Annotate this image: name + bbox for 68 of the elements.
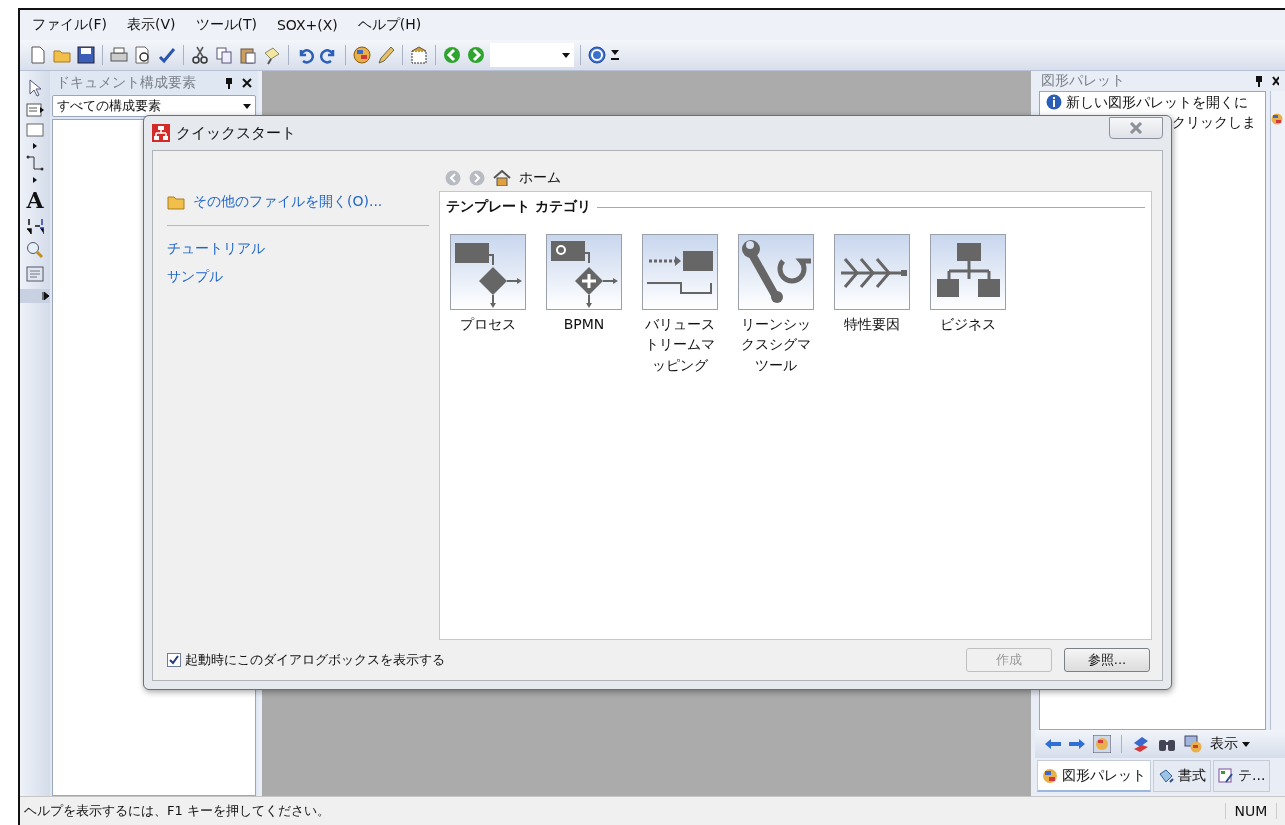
connector-icon[interactable]: [26, 155, 44, 171]
pointer-icon[interactable]: [28, 79, 42, 97]
dropdown-caret-icon[interactable]: [1242, 741, 1250, 747]
filter-dropdown[interactable]: すべての構成要素: [52, 95, 256, 117]
close-icon[interactable]: [1272, 76, 1279, 86]
printer-icon[interactable]: [109, 45, 129, 65]
palette-icon[interactable]: [1093, 735, 1111, 753]
book-palette-icon[interactable]: [1184, 735, 1202, 753]
paste-icon[interactable]: [238, 45, 258, 65]
save-icon[interactable]: [76, 45, 96, 65]
shapes-icon[interactable]: [1132, 735, 1150, 753]
dialog-title: クイックスタート: [176, 123, 297, 143]
info-text: クリックしま: [1172, 114, 1256, 131]
panel-tab[interactable]: 書式: [1153, 760, 1211, 792]
folder-icon: [167, 194, 187, 210]
close-button[interactable]: [1109, 117, 1163, 139]
pin-icon[interactable]: [224, 77, 234, 89]
text-tool[interactable]: A: [26, 189, 44, 211]
view-menu-button[interactable]: 表示: [1210, 735, 1250, 753]
paint-bucket-icon: [1158, 768, 1174, 784]
arrow-right-icon[interactable]: [1069, 738, 1085, 750]
status-message: ヘルプを表示するには、F1 キーを押してください。: [23, 802, 331, 820]
zoom-icon[interactable]: [26, 241, 44, 259]
menu-item[interactable]: ヘルプ(H): [349, 13, 430, 37]
app-logo-icon: [152, 124, 170, 142]
nav-link[interactable]: チュートリアル: [167, 240, 429, 258]
group-title: テンプレート カテゴリ: [446, 198, 591, 216]
menu-item[interactable]: SOX+(X): [269, 14, 346, 36]
back-icon[interactable]: [442, 45, 462, 65]
info-text: 新しい図形パレットを開くに: [1066, 93, 1248, 112]
checkbox[interactable]: [167, 653, 181, 667]
menu-item[interactable]: ツール(T): [187, 13, 265, 37]
menu-item[interactable]: ファイル(F): [24, 13, 115, 37]
breadcrumb: ホーム: [519, 169, 561, 187]
panel-tab[interactable]: テ...: [1213, 760, 1271, 792]
nav-link[interactable]: サンプル: [167, 268, 429, 286]
info-icon: [1046, 94, 1062, 111]
close-icon[interactable]: [242, 78, 252, 88]
new-document-icon[interactable]: [28, 45, 48, 65]
copy-icon[interactable]: [214, 45, 234, 65]
toolbar-overflow[interactable]: [20, 289, 50, 303]
palette-icon: [1042, 767, 1058, 784]
menu-item[interactable]: 表示(V): [119, 13, 184, 37]
panel-title: 図形パレット: [1041, 72, 1126, 90]
num-lock-indicator: NUM: [1225, 803, 1277, 819]
panel-title: ドキュメント構成要素: [56, 74, 197, 92]
palette-icon[interactable]: [352, 45, 372, 65]
text-style-icon: [1218, 768, 1234, 784]
expand-arrow-icon[interactable]: [33, 143, 37, 149]
browse-button[interactable]: 参照...: [1064, 648, 1150, 672]
open-file-link[interactable]: その他のファイルを開く(O)...: [193, 193, 383, 211]
forward-icon[interactable]: [466, 45, 486, 65]
toolbar-overflow-icon[interactable]: [611, 50, 619, 60]
palette-icon: [1271, 113, 1283, 125]
checkbox-label: 起動時にこのダイアログボックスを表示する: [185, 651, 445, 669]
check-icon: [169, 655, 179, 665]
arrow-left-icon[interactable]: [1045, 738, 1061, 750]
dropdown-caret-icon[interactable]: [243, 103, 251, 109]
panel-tab[interactable]: 図形パレット: [1037, 760, 1151, 792]
pin-icon[interactable]: [1254, 75, 1264, 87]
home-icon[interactable]: [493, 170, 511, 186]
scissors-icon[interactable]: [190, 45, 210, 65]
dropdown-caret-icon[interactable]: [562, 52, 570, 58]
expand-arrow-icon[interactable]: [33, 177, 37, 183]
shape-list-icon[interactable]: [26, 103, 44, 117]
close-icon: [1129, 122, 1143, 134]
overflow-arrow-icon: [42, 292, 50, 300]
pencil-icon[interactable]: [376, 45, 396, 65]
